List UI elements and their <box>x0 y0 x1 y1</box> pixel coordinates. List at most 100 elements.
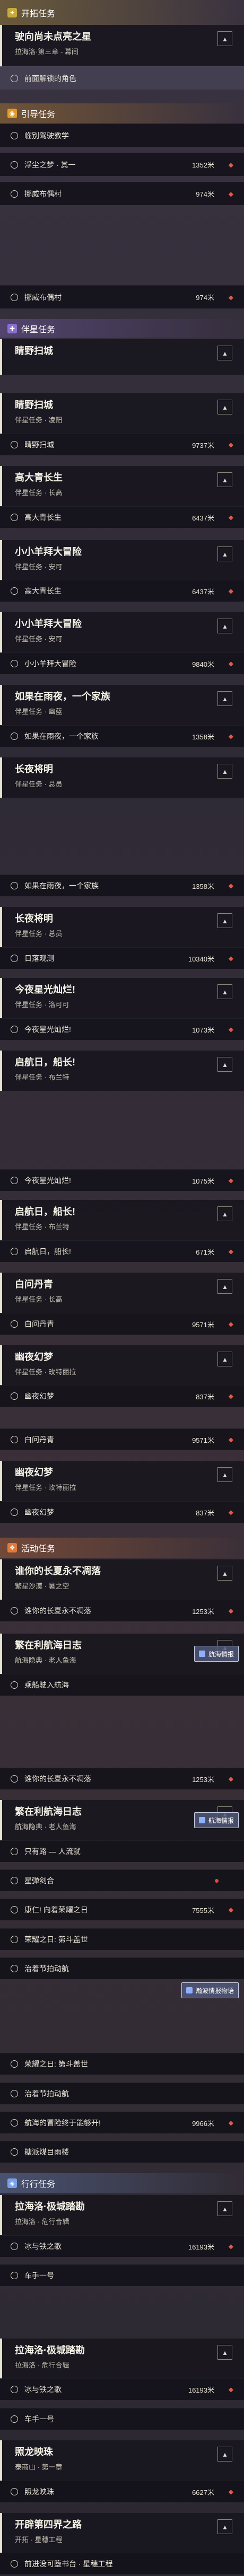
objective-item[interactable]: 幽夜幻梦 837米 ◆ <box>0 1385 244 1407</box>
objective-item[interactable]: 今夜星光灿烂! 1073米 ◆ <box>0 1018 244 1040</box>
objective-item[interactable]: 冰与铁之歌 16193米 ◆ <box>0 2235 244 2257</box>
collapse-icon[interactable]: ▴ <box>217 1057 232 1072</box>
mission-title[interactable]: 幽夜幻梦 伴星任务 · 玫特丽拉 ▴ <box>0 1345 244 1386</box>
track-marker-icon[interactable]: ◆ <box>229 514 233 521</box>
collapse-icon[interactable]: ▴ <box>217 2447 232 2462</box>
objective-item[interactable]: 康仁! 向着荣耀之日 7555米 ◆ <box>0 1899 244 1920</box>
objective-item[interactable]: 前进没可堕书台 · 星穗工程 <box>0 2553 244 2574</box>
mission-title[interactable]: 拉海洛·极城踏勘 拉海洛 · 危行合辑 ▴ <box>0 2339 244 2379</box>
objective-item[interactable]: 挪威布偶村 974米 ◆ <box>0 285 244 308</box>
collapse-icon[interactable]: ▴ <box>217 1206 232 1221</box>
track-marker-icon[interactable]: ◆ <box>229 587 233 595</box>
objective-item[interactable]: 只有路 — 人流就 <box>0 1840 244 1862</box>
mission-title[interactable]: 驶向尚未点亮之星 拉海洛·第三章 - 幕间 ▴ <box>0 25 244 67</box>
objective-item[interactable]: 前面解锁的角色 <box>0 66 244 90</box>
collapse-icon[interactable]: ▴ <box>217 472 232 487</box>
objective-item[interactable]: 糖派煤目雨楼 <box>0 2141 244 2163</box>
objective-item[interactable]: 车手一号 <box>0 2408 244 2430</box>
track-marker-icon[interactable]: ◆ <box>229 660 233 667</box>
collapse-icon[interactable]: ▴ <box>217 913 232 928</box>
mission-title[interactable]: 启航日，船长! 伴星任务 · 布兰特 ▴ <box>0 1051 244 1091</box>
objective-item[interactable]: 小小羊拜大冒险 9840米 ◆ <box>0 652 244 674</box>
mission-title[interactable]: 开辟第四界之路 开拓 · 星穗工程 ▴ <box>0 2513 244 2553</box>
objective-item[interactable]: 治着节拍动航 <box>0 1957 244 1979</box>
mission-title[interactable]: 睛野扫城 伴星任务 · 凌阳 ▴ <box>0 393 244 434</box>
track-marker-icon[interactable]: ◆ <box>229 882 233 889</box>
objective-item[interactable]: 白问丹青 9571米 ◆ <box>0 1313 244 1335</box>
objective-item[interactable]: 睛野扫城 9737米 ◆ <box>0 434 244 455</box>
objective-item[interactable]: 荣耀之日: 第斗盖世 <box>0 2053 244 2075</box>
collapse-icon[interactable]: ▴ <box>217 1467 232 1482</box>
track-marker-icon[interactable]: ◆ <box>229 1026 233 1033</box>
collapse-icon[interactable]: ▴ <box>217 984 232 999</box>
track-marker-icon[interactable]: ◆ <box>229 294 233 301</box>
float-info-button[interactable]: 瀚波情报物语 <box>181 1982 239 1998</box>
collapse-icon[interactable]: ▴ <box>217 546 232 561</box>
track-marker-icon[interactable]: ◆ <box>229 1177 233 1184</box>
collapse-icon[interactable]: ▴ <box>217 2201 232 2216</box>
mission-title[interactable]: 小小羊拜大冒险 伴星任务 · 安可 ▴ <box>0 612 244 652</box>
track-marker-icon[interactable]: ◆ <box>229 161 233 169</box>
objective-item[interactable]: 航海的冒险终于能够开! 9966米 ◆ <box>0 2112 244 2133</box>
objective-item[interactable]: 如果在雨夜，一个家族 1358米 ◆ <box>0 875 244 896</box>
objective-item[interactable]: 日落观测 10340米 ◆ <box>0 947 244 969</box>
objective-item[interactable]: 浮尘之梦 · 其一 1352米 ◆ <box>0 153 244 176</box>
collapse-icon[interactable]: ▴ <box>217 400 232 414</box>
objective-item[interactable]: 照龙映珠 6627米 ◆ <box>0 2481 244 2502</box>
objective-item[interactable]: 高大青长生 6437米 ◆ <box>0 580 244 602</box>
track-marker-icon[interactable]: ◆ <box>229 2243 233 2250</box>
mission-title[interactable]: 睛野扫城 ▴ <box>0 339 244 375</box>
track-marker-icon[interactable]: ◆ <box>229 1392 233 1400</box>
mission-title[interactable]: 长夜将明 伴星任务 · 总员 ▴ <box>0 907 244 947</box>
track-marker-icon[interactable]: ◆ <box>229 1248 233 1255</box>
collapse-icon[interactable]: ▴ <box>217 1566 232 1581</box>
track-marker-icon[interactable]: ◆ <box>229 190 233 198</box>
track-marker-icon[interactable]: ◆ <box>229 733 233 740</box>
objective-item[interactable]: 车手一号 <box>0 2264 244 2286</box>
objective-item[interactable]: 谁你的长夏永不凋落 1253米 ◆ <box>0 1600 244 1621</box>
objective-item[interactable]: 乘船驶入航海 <box>0 1674 244 1696</box>
objective-item[interactable]: 挪威布偶村 974米 ◆ <box>0 182 244 205</box>
collapse-icon[interactable]: ▴ <box>217 1279 232 1294</box>
track-marker-icon[interactable]: ◆ <box>229 2386 233 2393</box>
mission-title[interactable]: 拉海洛·极城踏勘 拉海洛 · 危行合辑 ▴ <box>0 2195 244 2235</box>
mission-title[interactable]: 启航日，船长! 伴星任务 · 布兰特 ▴ <box>0 1200 244 1240</box>
collapse-icon[interactable]: ▴ <box>217 691 232 706</box>
collapse-icon[interactable]: ▴ <box>217 619 232 633</box>
collapse-icon[interactable]: ▴ <box>217 346 232 360</box>
float-info-button[interactable]: 航海情报 <box>194 1646 239 1662</box>
objective-item[interactable]: 如果在雨夜，一个家族 1358米 ◆ <box>0 725 244 747</box>
track-marker-icon[interactable]: ◆ <box>229 1436 233 1443</box>
collapse-icon[interactable]: ▴ <box>217 31 232 46</box>
objective-item[interactable]: 白问丹青 9571米 ◆ <box>0 1428 244 1450</box>
track-marker-icon[interactable]: ◆ <box>229 441 233 448</box>
track-marker-icon[interactable]: ◆ <box>229 1508 233 1516</box>
track-marker-icon[interactable]: ◆ <box>229 2119 233 2127</box>
mission-title[interactable]: 今夜星光灿烂! 伴星任务 · 洛可可 ▴ <box>0 978 244 1018</box>
track-marker-icon[interactable]: ◆ <box>229 955 233 962</box>
mission-title[interactable]: 幽夜幻梦 伴星任务 · 玫特丽拉 ▴ <box>0 1461 244 1501</box>
mission-title[interactable]: 照龙映珠 泰商山 · 第一章 ▴ <box>0 2440 244 2481</box>
collapse-icon[interactable]: ▴ <box>217 764 232 779</box>
objective-item[interactable]: 幽夜幻梦 837米 ◆ <box>0 1501 244 1523</box>
objective-item[interactable]: 冰与铁之歌 16193米 ◆ <box>0 2378 244 2400</box>
objective-item[interactable]: 临别驾驶教学 <box>0 123 244 147</box>
objective-item[interactable]: 高大青长生 6437米 ◆ <box>0 506 244 528</box>
float-info-button[interactable]: 航海情报 <box>194 1812 239 1828</box>
collapse-icon[interactable]: ▴ <box>217 2519 232 2534</box>
objective-item[interactable]: 谁你的长夏永不凋落 1253米 ◆ <box>0 1768 244 1789</box>
mission-title[interactable]: 谁你的长夏永不凋落 繁星沙漠 · 暑之空 ▴ <box>0 1559 244 1600</box>
track-marker-icon[interactable]: ◆ <box>229 1320 233 1328</box>
mission-title[interactable]: 如果在雨夜，一个家族 伴星任务 · 幽蓝 ▴ <box>0 685 244 725</box>
objective-item[interactable]: 启航日，船长! 671米 ◆ <box>0 1240 244 1262</box>
mission-title[interactable]: 高大青长生 伴星任务 · 长高 ▴ <box>0 466 244 506</box>
track-marker-icon[interactable]: ◆ <box>229 2488 233 2495</box>
track-marker-icon[interactable]: ◆ <box>229 1906 233 1913</box>
objective-item[interactable]: 星弹剑合 <box>0 1869 244 1891</box>
objective-item[interactable]: 荣耀之日: 第斗盖世 <box>0 1928 244 1950</box>
objective-item[interactable]: 今夜星光灿烂! 1075米 ◆ <box>0 1169 244 1191</box>
mission-title[interactable]: 小小羊拜大冒险 伴星任务 · 安可 ▴ <box>0 540 244 580</box>
mission-title[interactable]: 白问丹青 伴星任务 · 长高 ▴ <box>0 1273 244 1313</box>
collapse-icon[interactable]: ▴ <box>217 2345 232 2360</box>
collapse-icon[interactable]: ▴ <box>217 1352 232 1366</box>
